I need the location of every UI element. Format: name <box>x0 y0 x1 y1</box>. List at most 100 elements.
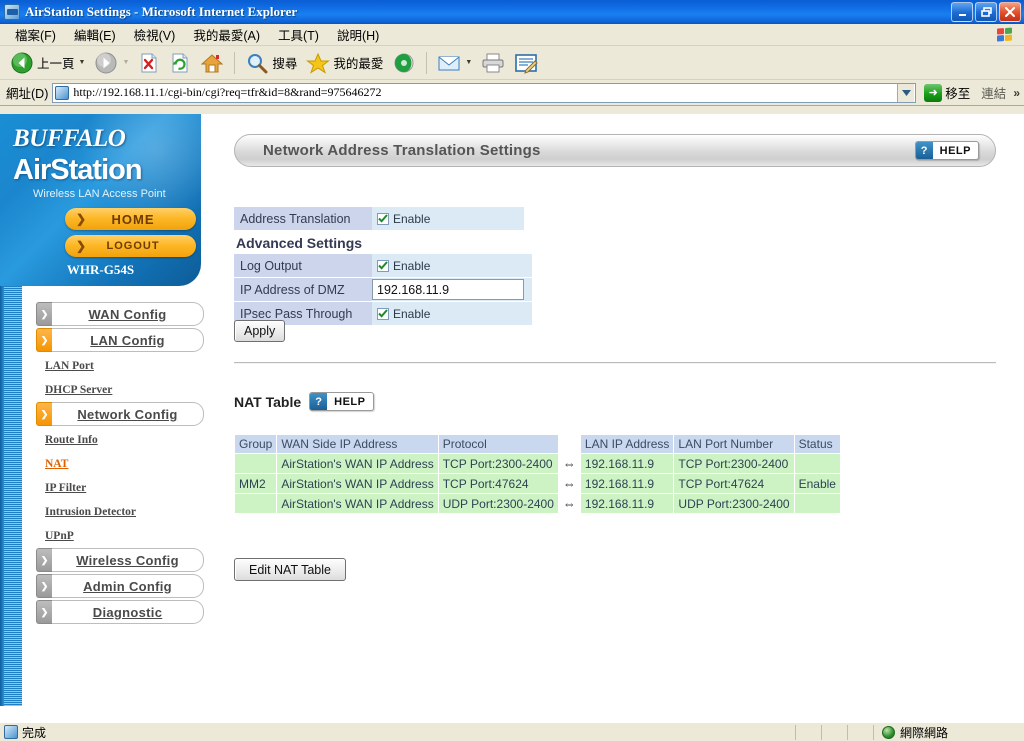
sidebar-item-label: LAN Port <box>45 360 94 372</box>
sidebar-item-upnp[interactable]: UPnP <box>36 524 204 548</box>
window-controls <box>951 2 1021 22</box>
page-header: Network Address Translation Settings ? H… <box>234 134 996 167</box>
windows-logo-icon[interactable] <box>992 26 1018 44</box>
dmz-input[interactable]: 192.168.11.9 <box>372 279 524 300</box>
menu-tab-icon-4: ❯ <box>36 574 52 598</box>
restore-button[interactable] <box>975 2 997 22</box>
sidebar-item-diagnostic[interactable]: ❯ Diagnostic <box>36 600 204 624</box>
cell-protocol: TCP Port:2300-2400 <box>437 453 559 474</box>
settings-form: Address Translation Enable Advanced Sett… <box>234 207 532 326</box>
sidebar-item-admin-config[interactable]: ❯ Admin Config <box>36 574 204 598</box>
bullet-arrow-icon: ❯ <box>76 212 87 226</box>
forward-dropdown-icon: ▼ <box>122 59 130 66</box>
sidebar-item-wan-config[interactable]: ❯ WAN Config <box>36 302 204 326</box>
apply-button[interactable]: Apply <box>234 320 286 342</box>
nat-help-label: HELP <box>334 395 366 408</box>
question-mark-icon: ? <box>915 142 933 159</box>
home-button[interactable] <box>196 48 228 78</box>
sidebar-item-label: Intrusion Detector <box>45 506 137 518</box>
sidebar-item-label: WAN Config <box>88 306 167 322</box>
product-name: AirStation <box>13 154 143 186</box>
mail-button[interactable]: ▼ <box>433 48 476 78</box>
menu-help[interactable]: 說明(H) <box>328 23 388 46</box>
dmz-value-cell: 192.168.11.9 <box>372 278 532 302</box>
col-protocol: Protocol <box>437 434 559 454</box>
title-bar: AirStation Settings - Microsoft Internet… <box>0 0 1024 24</box>
menu-edit[interactable]: 編輯(E) <box>65 23 125 46</box>
stop-button[interactable] <box>134 48 164 78</box>
logout-nav-button[interactable]: ❯ LOGOUT <box>65 235 196 257</box>
menu-tools[interactable]: 工具(T) <box>269 23 328 46</box>
cell-lan-port: UDP Port:2300-2400 <box>673 493 795 514</box>
back-button[interactable]: 上一頁 ▼ <box>6 48 89 78</box>
media-button[interactable] <box>388 48 420 78</box>
sidebar-item-wireless-config[interactable]: ❯ Wireless Config <box>36 548 204 572</box>
forward-button[interactable]: ▼ <box>90 48 133 78</box>
sidebar-item-label: Admin Config <box>83 578 172 594</box>
status-panel-2 <box>822 723 848 741</box>
cell-lan-ip: 192.168.11.9 <box>579 493 675 514</box>
zone-text: 網際網路 <box>900 725 949 740</box>
address-bar-label: 網址(D) <box>6 87 49 101</box>
address-input[interactable]: http://192.168.11.1/cgi-bin/cgi?req=tfr&… <box>52 82 917 103</box>
mail-dropdown-icon[interactable]: ▼ <box>465 59 472 66</box>
nat-table: Group WAN Side IP Address Protocol LAN I… <box>233 434 841 514</box>
sidebar-item-route-info[interactable]: Route Info <box>36 428 204 452</box>
edit-button[interactable] <box>510 48 542 78</box>
back-dropdown-icon[interactable]: ▼ <box>79 59 86 66</box>
home-nav-button[interactable]: ❯ HOME <box>65 208 196 230</box>
cell-wan-ip: AirStation's WAN IP Address <box>276 493 439 514</box>
search-button[interactable]: 搜尋 <box>241 48 301 78</box>
minimize-button[interactable] <box>951 2 973 22</box>
sidebar-item-nat[interactable]: NAT <box>36 452 204 476</box>
col-group: Group <box>233 434 278 454</box>
menu-view[interactable]: 檢視(V) <box>125 23 185 46</box>
sidebar-item-label: UPnP <box>45 530 74 542</box>
question-mark-icon-2: ? <box>310 393 328 410</box>
magnifier-icon <box>248 53 268 73</box>
sidebar-item-intrusion-detector[interactable]: Intrusion Detector <box>36 500 204 524</box>
col-arrow <box>558 434 581 454</box>
cell-group: MM2 <box>233 473 278 494</box>
page-title: Network Address Translation Settings <box>263 142 541 159</box>
go-button[interactable]: ➜ 移至 <box>920 83 974 102</box>
close-button[interactable] <box>999 2 1021 22</box>
sidebar-item-dhcp-server[interactable]: DHCP Server <box>36 378 204 402</box>
sidebar-item-ip-filter[interactable]: IP Filter <box>36 476 204 500</box>
menu-tab-icon-3: ❯ <box>36 548 52 572</box>
address-dropdown-button[interactable] <box>897 83 915 102</box>
page-content: BUFFALO AirStation Wireless LAN Access P… <box>0 114 1024 722</box>
row-dmz: IP Address of DMZ 192.168.11.9 <box>234 278 532 302</box>
help-button[interactable]: ? HELP <box>914 141 979 160</box>
col-wan-ip: WAN Side IP Address <box>276 434 439 454</box>
sidebar-item-lan-config[interactable]: ❯ LAN Config <box>36 328 204 352</box>
back-button-label: 上一頁 <box>37 57 75 71</box>
menu-favorites[interactable]: 我的最愛(A) <box>184 23 269 46</box>
cell-protocol: TCP Port:47624 <box>437 473 559 494</box>
logout-nav-label: LOGOUT <box>106 240 160 252</box>
ipsec-checkbox[interactable] <box>377 307 389 320</box>
address-translation-checkbox[interactable] <box>377 212 389 225</box>
bidirectional-arrow-icon: ⇔ <box>558 453 581 474</box>
check-icon <box>378 261 388 270</box>
col-lan-port: LAN Port Number <box>673 434 795 454</box>
cell-status <box>793 493 841 514</box>
sidebar-item-network-config[interactable]: ❯ Network Config <box>36 402 204 426</box>
print-button[interactable] <box>477 48 509 78</box>
favorites-button[interactable]: 我的最愛 <box>302 48 387 78</box>
edit-nat-table-button[interactable]: Edit NAT Table <box>234 558 346 581</box>
sidebar-menu: ❯ WAN Config ❯ LAN Config LAN Port DHCP … <box>36 302 204 626</box>
log-output-enable-label: Enable <box>393 258 431 273</box>
sidebar-item-lan-port[interactable]: LAN Port <box>36 354 204 378</box>
bidirectional-arrow-icon: ⇔ <box>558 493 581 514</box>
star-icon <box>306 52 331 74</box>
log-output-checkbox[interactable] <box>377 259 389 272</box>
nat-help-button[interactable]: ? HELP <box>309 392 374 411</box>
links-label[interactable]: 連結 <box>978 83 1009 102</box>
check-icon <box>378 309 388 318</box>
menu-file[interactable]: 檔案(F) <box>6 23 65 46</box>
refresh-button[interactable] <box>165 48 195 78</box>
toolbar-overflow-icon[interactable]: » <box>1013 86 1020 100</box>
cell-group <box>233 493 278 514</box>
cell-lan-port: TCP Port:2300-2400 <box>673 453 795 474</box>
